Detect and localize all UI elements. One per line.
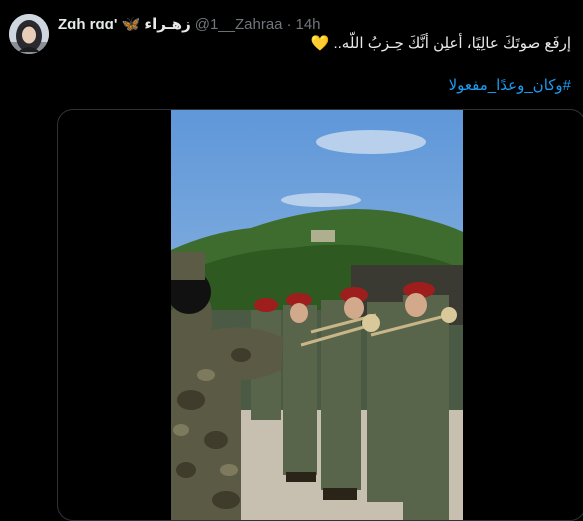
separator-dot: ·: [286, 15, 292, 33]
tweet[interactable]: Zɑh rɑɑ' 🦋 زهـراء @1__Zahraa · 14h إرفَع…: [0, 0, 583, 521]
user-avatar[interactable]: [9, 14, 49, 54]
tweet-text-body: إرفَع صوتَكَ عالِيًا، أعلِن أنَّكَ حِـزب…: [333, 35, 571, 52]
avatar-picture: [9, 14, 49, 54]
yellow-heart-icon: 💛: [310, 35, 330, 52]
user-handle[interactable]: @1__Zahraa: [195, 16, 283, 33]
display-name[interactable]: Zɑh rɑɑ' 🦋 زهـراء: [58, 15, 191, 33]
hashtag-link[interactable]: #وكان_وعدًا_مفعولا: [449, 76, 571, 94]
tweet-header: Zɑh rɑɑ' 🦋 زهـراء @1__Zahraa · 14h: [58, 14, 321, 34]
timestamp[interactable]: 14h: [296, 16, 321, 33]
media-container[interactable]: [57, 109, 583, 521]
tweet-text: إرفَع صوتَكَ عالِيًا، أعلِن أنَّكَ حِـزب…: [71, 34, 571, 54]
video-frame: [171, 110, 463, 520]
video-player[interactable]: [171, 110, 463, 520]
